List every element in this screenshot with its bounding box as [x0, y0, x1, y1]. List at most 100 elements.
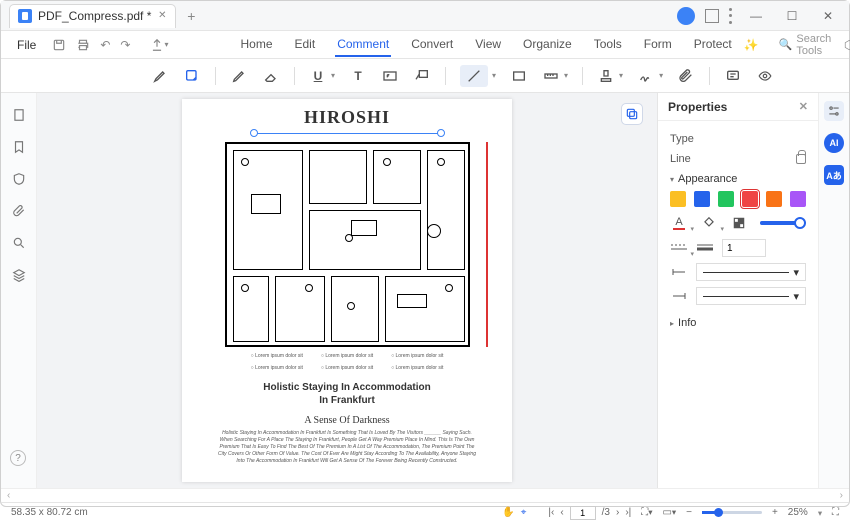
opacity-icon[interactable]	[730, 215, 748, 231]
page-number-input[interactable]	[570, 506, 596, 520]
note-icon[interactable]	[183, 67, 201, 85]
help-button[interactable]: ?	[10, 450, 26, 466]
print-icon[interactable]	[76, 37, 90, 53]
close-window-button[interactable]: ✕	[815, 6, 841, 26]
line-weight-icon[interactable]	[696, 240, 714, 256]
first-page-icon[interactable]: |‹	[548, 507, 554, 518]
search-tools[interactable]: 🔍 Search Tools	[779, 33, 832, 57]
file-menu[interactable]: File	[11, 35, 42, 55]
end-cap-icon[interactable]	[670, 288, 688, 304]
attachments-rail-icon[interactable]	[11, 203, 27, 219]
save-icon[interactable]	[52, 37, 66, 53]
maximize-button[interactable]: ☐	[779, 6, 805, 26]
color-swatch[interactable]	[718, 191, 734, 207]
eraser-icon[interactable]	[262, 67, 280, 85]
copy-float-button[interactable]	[621, 103, 643, 125]
scroll-right-icon[interactable]: ›	[840, 490, 843, 501]
close-tab-icon[interactable]: ✕	[157, 11, 167, 21]
undo-icon[interactable]: ↶	[100, 37, 110, 53]
highlight-icon[interactable]	[151, 67, 169, 85]
security-rail-icon[interactable]	[11, 171, 27, 187]
new-tab-button[interactable]: +	[182, 7, 200, 25]
color-swatch[interactable]	[742, 191, 758, 207]
thickness-input[interactable]	[722, 239, 766, 257]
info-section[interactable]: Info	[670, 317, 806, 329]
line-handle-start[interactable]	[250, 129, 258, 137]
menu-protect[interactable]: Protect	[692, 33, 734, 57]
menu-edit[interactable]: Edit	[293, 33, 318, 57]
thumbnails-icon[interactable]	[11, 107, 27, 123]
translate-rail-icon[interactable]: Aあ	[824, 165, 844, 185]
color-swatch[interactable]	[766, 191, 782, 207]
text-icon[interactable]: T	[349, 67, 367, 85]
menu-convert[interactable]: Convert	[409, 33, 455, 57]
horizontal-scrollbar[interactable]: ‹ ›	[1, 488, 849, 502]
menu-comment[interactable]: Comment	[335, 33, 391, 57]
scroll-left-icon[interactable]: ‹	[7, 490, 10, 501]
document-canvas[interactable]: HIROSHI	[37, 93, 657, 488]
appearance-section[interactable]: Appearance	[670, 173, 806, 185]
floorplan-notes-row1: Lorem ipsum dolor sitLorem ipsum dolor s…	[251, 353, 444, 359]
stroke-color-icon[interactable]: A▾	[670, 215, 688, 231]
line-tool-icon[interactable]	[460, 65, 488, 87]
select-tool-icon[interactable]: ⌖	[521, 507, 527, 518]
last-page-icon[interactable]: ›|	[625, 507, 631, 518]
callout-icon[interactable]	[413, 67, 431, 85]
measure-icon[interactable]	[542, 67, 560, 85]
prev-page-icon[interactable]: ‹	[560, 507, 563, 518]
red-annotation-line[interactable]	[486, 142, 488, 347]
quick-access-expand-icon[interactable]: ▾	[164, 37, 168, 53]
document-tab[interactable]: PDF_Compress.pdf * ✕	[9, 4, 176, 28]
menu-home[interactable]: Home	[238, 33, 274, 57]
minimize-button[interactable]: —	[743, 6, 769, 26]
menu-tools[interactable]: Tools	[592, 33, 624, 57]
hand-tool-icon[interactable]: ✋	[502, 507, 514, 518]
color-swatch[interactable]	[670, 191, 686, 207]
page-total: /3	[602, 507, 610, 518]
opacity-slider[interactable]	[760, 221, 806, 225]
stamp-icon[interactable]	[597, 67, 615, 85]
textbox-icon[interactable]	[381, 67, 399, 85]
color-swatch[interactable]	[694, 191, 710, 207]
lock-icon[interactable]	[796, 154, 806, 164]
next-page-icon[interactable]: ›	[616, 507, 619, 518]
line-handle-end[interactable]	[437, 129, 445, 137]
hide-comments-icon[interactable]	[756, 67, 774, 85]
rectangle-icon[interactable]	[510, 67, 528, 85]
line-annotation[interactable]	[250, 128, 445, 138]
bookmarks-icon[interactable]	[11, 139, 27, 155]
view-mode-icon[interactable]: ▭▾	[662, 507, 676, 518]
fullscreen-icon[interactable]: ⛶	[832, 507, 839, 518]
redo-icon[interactable]: ↷	[120, 37, 130, 53]
more-menu-icon[interactable]	[729, 8, 733, 24]
menu-organize[interactable]: Organize	[521, 33, 574, 57]
ai-icon[interactable]: ✨	[744, 37, 759, 53]
settings-rail-icon[interactable]	[824, 101, 844, 121]
start-cap-preview[interactable]: ▾	[696, 263, 806, 281]
fill-color-icon[interactable]: ▾	[700, 215, 718, 231]
signature-icon[interactable]	[637, 67, 655, 85]
pdf-icon	[18, 9, 32, 23]
zoom-in-icon[interactable]: +	[772, 507, 778, 518]
color-swatch[interactable]	[790, 191, 806, 207]
fit-width-icon[interactable]: ⛶▾	[641, 507, 652, 518]
line-style-icon[interactable]: ▾	[670, 240, 688, 256]
cloud-icon[interactable]: ⬡	[841, 37, 850, 53]
share-icon[interactable]	[150, 37, 164, 53]
underline-icon[interactable]: U	[309, 67, 327, 85]
comments-panel-icon[interactable]	[724, 67, 742, 85]
menu-form[interactable]: Form	[642, 33, 674, 57]
menu-view[interactable]: View	[473, 33, 503, 57]
layers-rail-icon[interactable]	[11, 267, 27, 283]
close-panel-icon[interactable]: ✕	[799, 100, 808, 113]
search-rail-icon[interactable]	[11, 235, 27, 251]
attachment-icon[interactable]	[677, 67, 695, 85]
pencil-icon[interactable]	[230, 67, 248, 85]
ai-rail-icon[interactable]: AI	[824, 133, 844, 153]
start-cap-icon[interactable]	[670, 264, 688, 280]
window-mode-icon[interactable]	[705, 9, 719, 23]
zoom-out-icon[interactable]: −	[686, 507, 692, 518]
user-avatar[interactable]	[677, 7, 695, 25]
zoom-slider[interactable]	[702, 511, 762, 514]
end-cap-preview[interactable]: ▾	[696, 287, 806, 305]
